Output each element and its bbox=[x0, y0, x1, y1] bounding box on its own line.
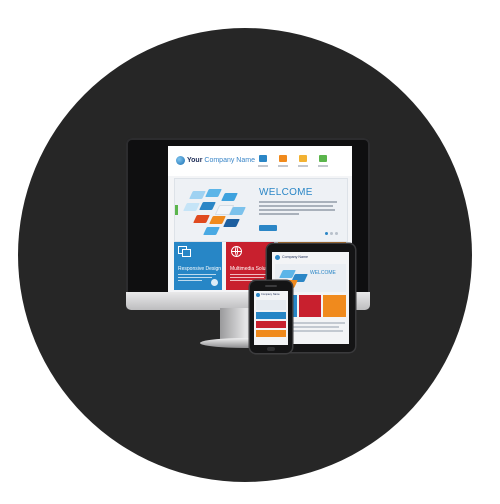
hero-text-line bbox=[259, 213, 299, 215]
feature-tile-responsive[interactable]: Responsive Design bbox=[174, 242, 222, 290]
tile-text-line bbox=[230, 274, 268, 275]
hero-tiles-graphic bbox=[181, 185, 246, 235]
hero-text-line bbox=[259, 201, 337, 203]
site-logo[interactable]: Your Company Name bbox=[187, 156, 255, 165]
hero-text-line bbox=[259, 209, 335, 211]
chat-icon bbox=[319, 155, 327, 162]
tile-text-line bbox=[230, 280, 254, 281]
hero-banner: WELCOME bbox=[174, 178, 348, 242]
slider-dot[interactable] bbox=[335, 232, 338, 235]
phone-hero bbox=[256, 300, 286, 310]
tablet-logo: Company Name bbox=[282, 255, 308, 259]
document-icon bbox=[279, 155, 287, 162]
phone-tile-blue[interactable] bbox=[256, 312, 286, 319]
feature-tile-title: Responsive Design bbox=[178, 266, 222, 272]
phone-tile-red[interactable] bbox=[256, 321, 286, 328]
logo-bold-text: Your bbox=[187, 157, 203, 164]
hero-text-line bbox=[259, 205, 333, 207]
tile-text-line bbox=[230, 277, 264, 278]
nav-label bbox=[258, 165, 268, 167]
nav-label bbox=[278, 165, 288, 167]
nav-item-home[interactable] bbox=[256, 155, 270, 171]
logo-globe-icon bbox=[256, 293, 260, 297]
tile-text-line bbox=[178, 277, 212, 278]
phone-tile-orange[interactable] bbox=[256, 330, 286, 337]
tile-text-line bbox=[178, 274, 216, 275]
globe-icon bbox=[231, 246, 242, 257]
nav-item-contact[interactable] bbox=[316, 155, 330, 171]
logo-light-text: Company Name bbox=[204, 157, 255, 164]
slider-dot-active[interactable] bbox=[325, 232, 328, 235]
hero-title: WELCOME bbox=[259, 187, 313, 198]
hero-side-tab[interactable] bbox=[175, 205, 178, 215]
logo-globe-icon bbox=[176, 156, 185, 165]
slider-dot[interactable] bbox=[330, 232, 333, 235]
read-more-button[interactable] bbox=[259, 225, 277, 231]
nav-item-docs[interactable] bbox=[276, 155, 290, 171]
phone-home-button[interactable] bbox=[267, 347, 275, 351]
tablet-tile-orange[interactable] bbox=[323, 295, 346, 317]
pencil-icon bbox=[299, 155, 307, 162]
phone-logo: Company Name bbox=[261, 293, 280, 296]
phone-speaker bbox=[265, 285, 277, 287]
site-header: Your Company Name bbox=[168, 146, 352, 176]
arrow-right-icon[interactable] bbox=[211, 279, 218, 286]
tile-text-line bbox=[178, 280, 202, 281]
tablet-hero-title: WELCOME bbox=[310, 270, 336, 276]
nav-label bbox=[318, 165, 328, 167]
home-icon bbox=[259, 155, 267, 162]
nav-item-edit[interactable] bbox=[296, 155, 310, 171]
windows-icon bbox=[178, 246, 191, 257]
phone-screen: Company Name bbox=[254, 291, 288, 345]
logo-globe-icon bbox=[275, 255, 280, 260]
nav-label bbox=[298, 165, 308, 167]
tablet-tile-red[interactable] bbox=[299, 295, 321, 317]
